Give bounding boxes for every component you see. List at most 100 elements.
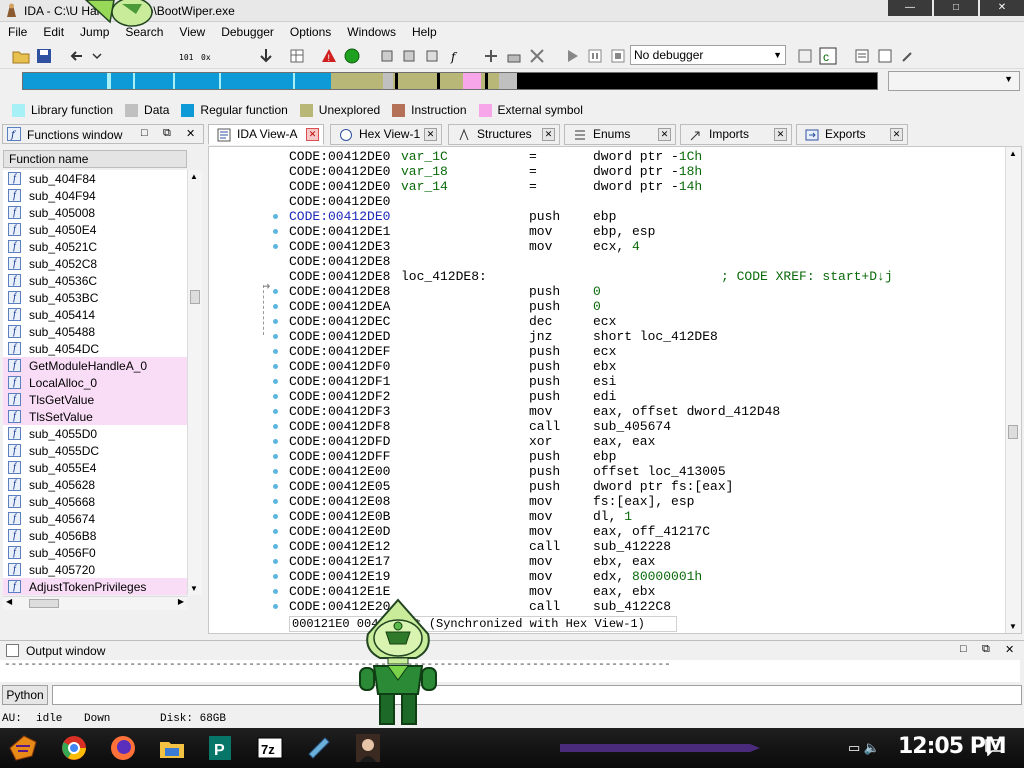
disassembly-line[interactable]: CODE:00412E00 push offset loc_413005: [289, 464, 1009, 479]
green-circle-icon[interactable]: [343, 47, 361, 65]
functions-vertical-scrollbar[interactable]: ▲ ▼: [187, 170, 202, 595]
breakpoint-dot-icon[interactable]: [273, 289, 278, 294]
disassembly-line[interactable]: CODE:00412DEF push ecx: [289, 344, 1009, 359]
tools-icon[interactable]: [899, 47, 917, 65]
scroll-left-icon[interactable]: ◀: [6, 597, 12, 606]
disassembly-view[interactable]: ➜ CODE:00412DE0 var_1C = dword ptr -1Ch CODE…: [208, 146, 1022, 634]
stop-icon[interactable]: [609, 47, 627, 65]
disassembly-line[interactable]: CODE:00412E17 mov ebx, eax: [289, 554, 1009, 569]
function-list-item[interactable]: f LocalAlloc_0: [3, 374, 187, 391]
network-icon[interactable]: ▭: [848, 740, 860, 755]
chevron-down-icon[interactable]: [88, 47, 106, 65]
float-window-icon[interactable]: □: [960, 643, 967, 655]
function-list-item[interactable]: f sub_404F84: [3, 170, 187, 187]
menu-help[interactable]: Help: [404, 22, 445, 42]
chip-icon[interactable]: [423, 47, 441, 65]
python-button[interactable]: Python: [2, 685, 48, 705]
disassembly-line[interactable]: CODE:00412DF8 call sub_405674: [289, 419, 1009, 434]
breakpoint-dot-icon[interactable]: [273, 229, 278, 234]
breakpoint-dot-icon[interactable]: [273, 394, 278, 399]
warning-icon[interactable]: !: [320, 47, 338, 65]
scrollbar-thumb[interactable]: [190, 290, 200, 304]
scroll-down-icon[interactable]: ▼: [1009, 622, 1017, 631]
cross-icon[interactable]: [528, 47, 546, 65]
portrait-app-icon[interactable]: [352, 732, 384, 764]
restore-window-icon[interactable]: ⧉: [163, 127, 171, 140]
close-tab-icon[interactable]: ✕: [424, 128, 437, 141]
menu-options[interactable]: Options: [282, 22, 339, 42]
function-icon[interactable]: f: [447, 47, 465, 65]
7zip-icon[interactable]: 7z: [254, 732, 286, 764]
notifications-icon[interactable]: [984, 738, 1004, 757]
function-list-item[interactable]: f sub_405008: [3, 204, 187, 221]
add-struct-icon[interactable]: [482, 47, 500, 65]
struct-icon[interactable]: [288, 47, 306, 65]
function-list-item[interactable]: f sub_4050E4: [3, 221, 187, 238]
open-folder-icon[interactable]: [12, 47, 30, 65]
debugger-select[interactable]: No debugger ▼: [630, 45, 786, 65]
restore-window-icon[interactable]: ⧉: [982, 643, 990, 656]
minimize-button[interactable]: —: [888, 0, 932, 16]
disassembly-line[interactable]: CODE:00412DFF push ebp: [289, 449, 1009, 464]
start-button-icon[interactable]: [6, 732, 40, 764]
breakpoint-dot-icon[interactable]: [273, 529, 278, 534]
save-icon[interactable]: [35, 47, 53, 65]
function-list-item[interactable]: f sub_4055DC: [3, 442, 187, 459]
breakpoint-dot-icon[interactable]: [273, 244, 278, 249]
tab-enums[interactable]: Enums ✕: [564, 124, 676, 145]
disassembly-line[interactable]: CODE:00412E0D mov eax, off_41217C: [289, 524, 1009, 539]
tab-hex-view-1[interactable]: Hex View-1 ✕: [330, 124, 442, 145]
breakpoint-dot-icon[interactable]: [273, 469, 278, 474]
function-list-item[interactable]: f sub_404F94: [3, 187, 187, 204]
binary-icon[interactable]: 101: [178, 47, 196, 65]
file-explorer-icon[interactable]: [156, 732, 188, 764]
menu-debugger[interactable]: Debugger: [213, 22, 282, 42]
disassembly-line[interactable]: CODE:00412DEA push 0: [289, 299, 1009, 314]
breakpoint-dot-icon[interactable]: [273, 214, 278, 219]
function-list-item[interactable]: f sub_4055D0: [3, 425, 187, 442]
segment-select[interactable]: ▼: [888, 71, 1020, 91]
function-list-item[interactable]: f sub_4053BC: [3, 289, 187, 306]
function-list-item[interactable]: f sub_405628: [3, 476, 187, 493]
breakpoint-dot-icon[interactable]: [273, 439, 278, 444]
breakpoint-dot-icon[interactable]: [273, 379, 278, 384]
close-button[interactable]: ✕: [980, 0, 1024, 16]
disassembly-line[interactable]: CODE:00412DE0 var_14 = dword ptr -14h: [289, 179, 1009, 194]
function-list-item[interactable]: f sub_405720: [3, 561, 187, 578]
cpu-icon-2[interactable]: [400, 47, 418, 65]
disassembly-line[interactable]: CODE:00412DE0 var_18 = dword ptr -18h: [289, 164, 1009, 179]
function-list-item[interactable]: f sub_405674: [3, 510, 187, 527]
disassembly-vertical-scrollbar[interactable]: ▲ ▼: [1005, 147, 1021, 633]
scroll-up-icon[interactable]: ▲: [1009, 149, 1017, 158]
function-list-item[interactable]: f TlsSetValue: [3, 408, 187, 425]
breakpoint-dot-icon[interactable]: [273, 424, 278, 429]
disassembly-line[interactable]: CODE:00412DE0 var_1C = dword ptr -1Ch: [289, 149, 1009, 164]
scrollbar-thumb[interactable]: [29, 599, 59, 608]
breakpoint-dot-icon[interactable]: [273, 409, 278, 414]
breakpoint-dot-icon[interactable]: [273, 514, 278, 519]
menu-view[interactable]: View: [171, 22, 213, 42]
menu-file[interactable]: File: [0, 22, 35, 42]
close-tab-icon[interactable]: ✕: [658, 128, 671, 141]
disassembly-line[interactable]: CODE:00412E1E mov eax, ebx: [289, 584, 1009, 599]
breakpoint-dot-icon[interactable]: [273, 499, 278, 504]
trace-icon[interactable]: [796, 47, 814, 65]
function-list-item[interactable]: f sub_4052C8: [3, 255, 187, 272]
function-list-item[interactable]: f sub_405668: [3, 493, 187, 510]
function-list-item[interactable]: f sub_405414: [3, 306, 187, 323]
function-list-item[interactable]: f sub_40521C: [3, 238, 187, 255]
cpu-icon[interactable]: [378, 47, 396, 65]
tab-ida-view-a[interactable]: IDA View-A ✕: [208, 124, 324, 145]
disassembly-line[interactable]: CODE:00412DF2 push edi: [289, 389, 1009, 404]
disassembly-line[interactable]: CODE:00412DF1 push esi: [289, 374, 1009, 389]
navigation-band[interactable]: [22, 72, 878, 90]
function-list-item[interactable]: f TlsGetValue: [3, 391, 187, 408]
breakpoint-dot-icon[interactable]: [273, 304, 278, 309]
code-listing[interactable]: CODE:00412DE0 var_1C = dword ptr -1Ch CODE:0…: [273, 149, 1009, 614]
breakpoint-dot-icon[interactable]: [273, 319, 278, 324]
disassembly-line[interactable]: CODE:00412E12 call sub_412228: [289, 539, 1009, 554]
volume-icon[interactable]: 🔈: [864, 740, 880, 755]
disassembly-line[interactable]: CODE:00412DE1 mov ebp, esp: [289, 224, 1009, 239]
disassembly-line[interactable]: CODE:00412E08 mov fs:[eax], esp: [289, 494, 1009, 509]
disassembly-line[interactable]: CODE:00412DEC dec ecx: [289, 314, 1009, 329]
